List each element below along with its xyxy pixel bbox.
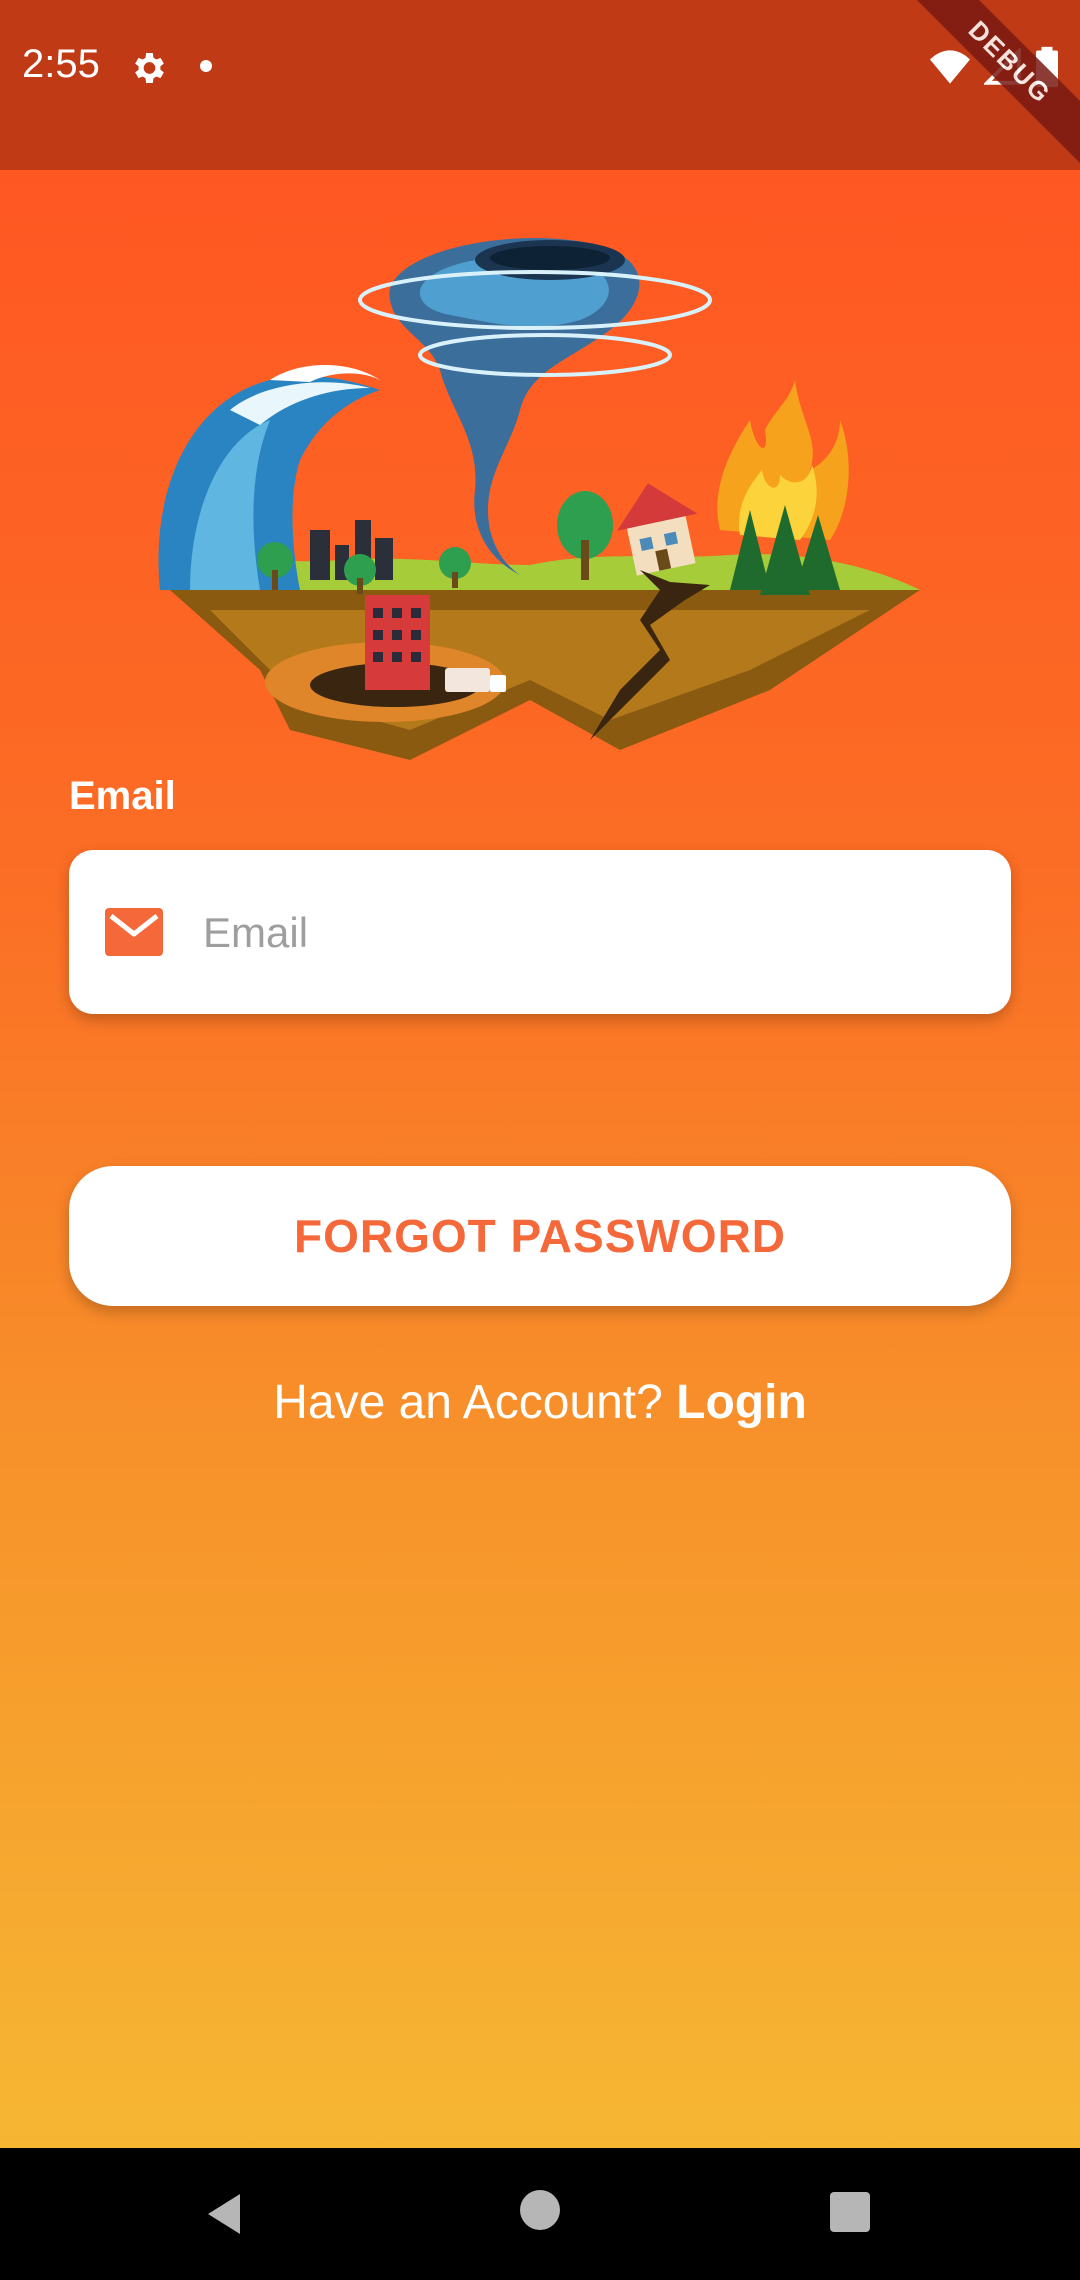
navigation-bar xyxy=(0,2148,1080,2280)
notification-dot-icon xyxy=(200,60,212,72)
status-bar: 2:55 DEBUG xyxy=(0,0,1080,177)
home-icon[interactable] xyxy=(520,2190,560,2230)
debug-banner: DEBUG xyxy=(895,0,1080,177)
status-time: 2:55 xyxy=(22,42,100,86)
main-content: Email FORGOT PASSWORD Have an Account? L… xyxy=(0,170,1080,2148)
back-icon[interactable] xyxy=(200,2190,248,2238)
login-link[interactable]: Login xyxy=(676,1376,807,1429)
wifi-icon xyxy=(930,50,970,84)
mail-icon xyxy=(105,908,163,956)
email-input[interactable] xyxy=(201,890,965,976)
gear-icon xyxy=(135,53,164,83)
email-field[interactable] xyxy=(69,850,1011,1014)
recents-icon[interactable] xyxy=(830,2192,870,2232)
account-prompt: Have an Account? Login xyxy=(0,1375,1080,1430)
email-label: Email xyxy=(69,774,176,818)
natural-disasters-illustration xyxy=(158,238,920,760)
account-prompt-text: Have an Account? xyxy=(273,1376,677,1429)
forgot-password-button[interactable]: FORGOT PASSWORD xyxy=(69,1166,1011,1306)
